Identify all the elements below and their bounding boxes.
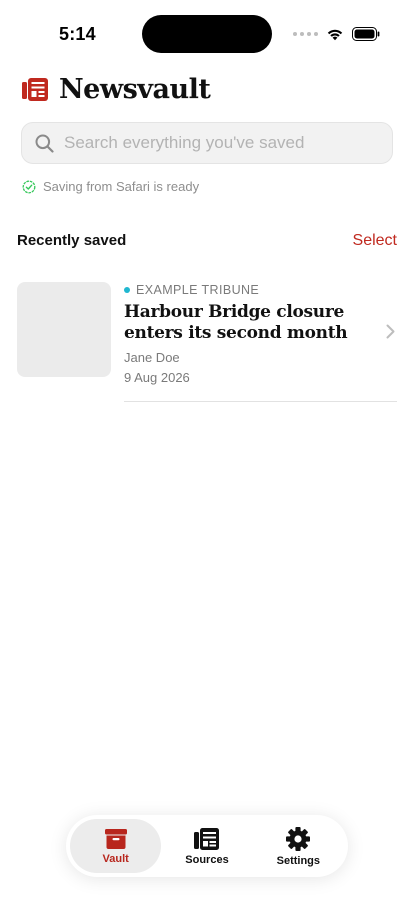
archive-box-icon — [104, 828, 127, 849]
select-button[interactable]: Select — [353, 232, 397, 250]
safari-extension-status: Saving from Safari is ready — [22, 179, 199, 194]
search-icon — [35, 134, 54, 153]
newspaper-icon — [193, 827, 219, 850]
section-title: Recently saved — [17, 232, 127, 249]
search-bar[interactable] — [21, 122, 393, 164]
app-header: Newsvault — [22, 74, 211, 105]
tab-sources[interactable]: Sources — [161, 819, 252, 873]
search-input[interactable] — [64, 133, 374, 153]
status-time: 5:14 — [59, 24, 96, 44]
article-author: Jane Doe — [124, 350, 180, 365]
source-name: EXAMPLE TRIBUNE — [136, 283, 260, 297]
article-date: 9 Aug 2026 — [124, 370, 190, 385]
signal-dots-icon — [293, 32, 318, 36]
tab-settings[interactable]: Settings — [253, 819, 344, 873]
chevron-right-icon — [386, 324, 395, 339]
saved-article-row[interactable]: EXAMPLE TRIBUNE Harbour Bridge closure e… — [17, 282, 397, 402]
status-bar: 5:14 — [0, 0, 414, 60]
article-thumbnail — [17, 282, 111, 377]
app-title: Newsvault — [59, 74, 211, 105]
battery-icon — [352, 27, 380, 41]
safari-status-text: Saving from Safari is ready — [43, 179, 200, 194]
tab-label: Vault — [102, 852, 129, 865]
newspaper-logo-icon — [22, 78, 48, 101]
source-dot-icon — [124, 287, 130, 293]
tab-label: Settings — [276, 854, 321, 867]
article-body: EXAMPLE TRIBUNE Harbour Bridge closure e… — [124, 282, 374, 385]
status-indicators — [293, 24, 380, 44]
tab-bar: Vault Sources Settings — [66, 815, 348, 877]
article-headline: Harbour Bridge closure enters its second… — [124, 302, 348, 343]
wifi-icon — [327, 29, 343, 41]
row-divider — [124, 401, 397, 402]
gear-icon — [286, 826, 311, 851]
tab-label: Sources — [185, 853, 229, 866]
dynamic-island — [142, 15, 272, 53]
article-source: EXAMPLE TRIBUNE — [124, 282, 374, 298]
verified-check-icon — [22, 180, 36, 193]
tab-vault[interactable]: Vault — [70, 819, 162, 873]
